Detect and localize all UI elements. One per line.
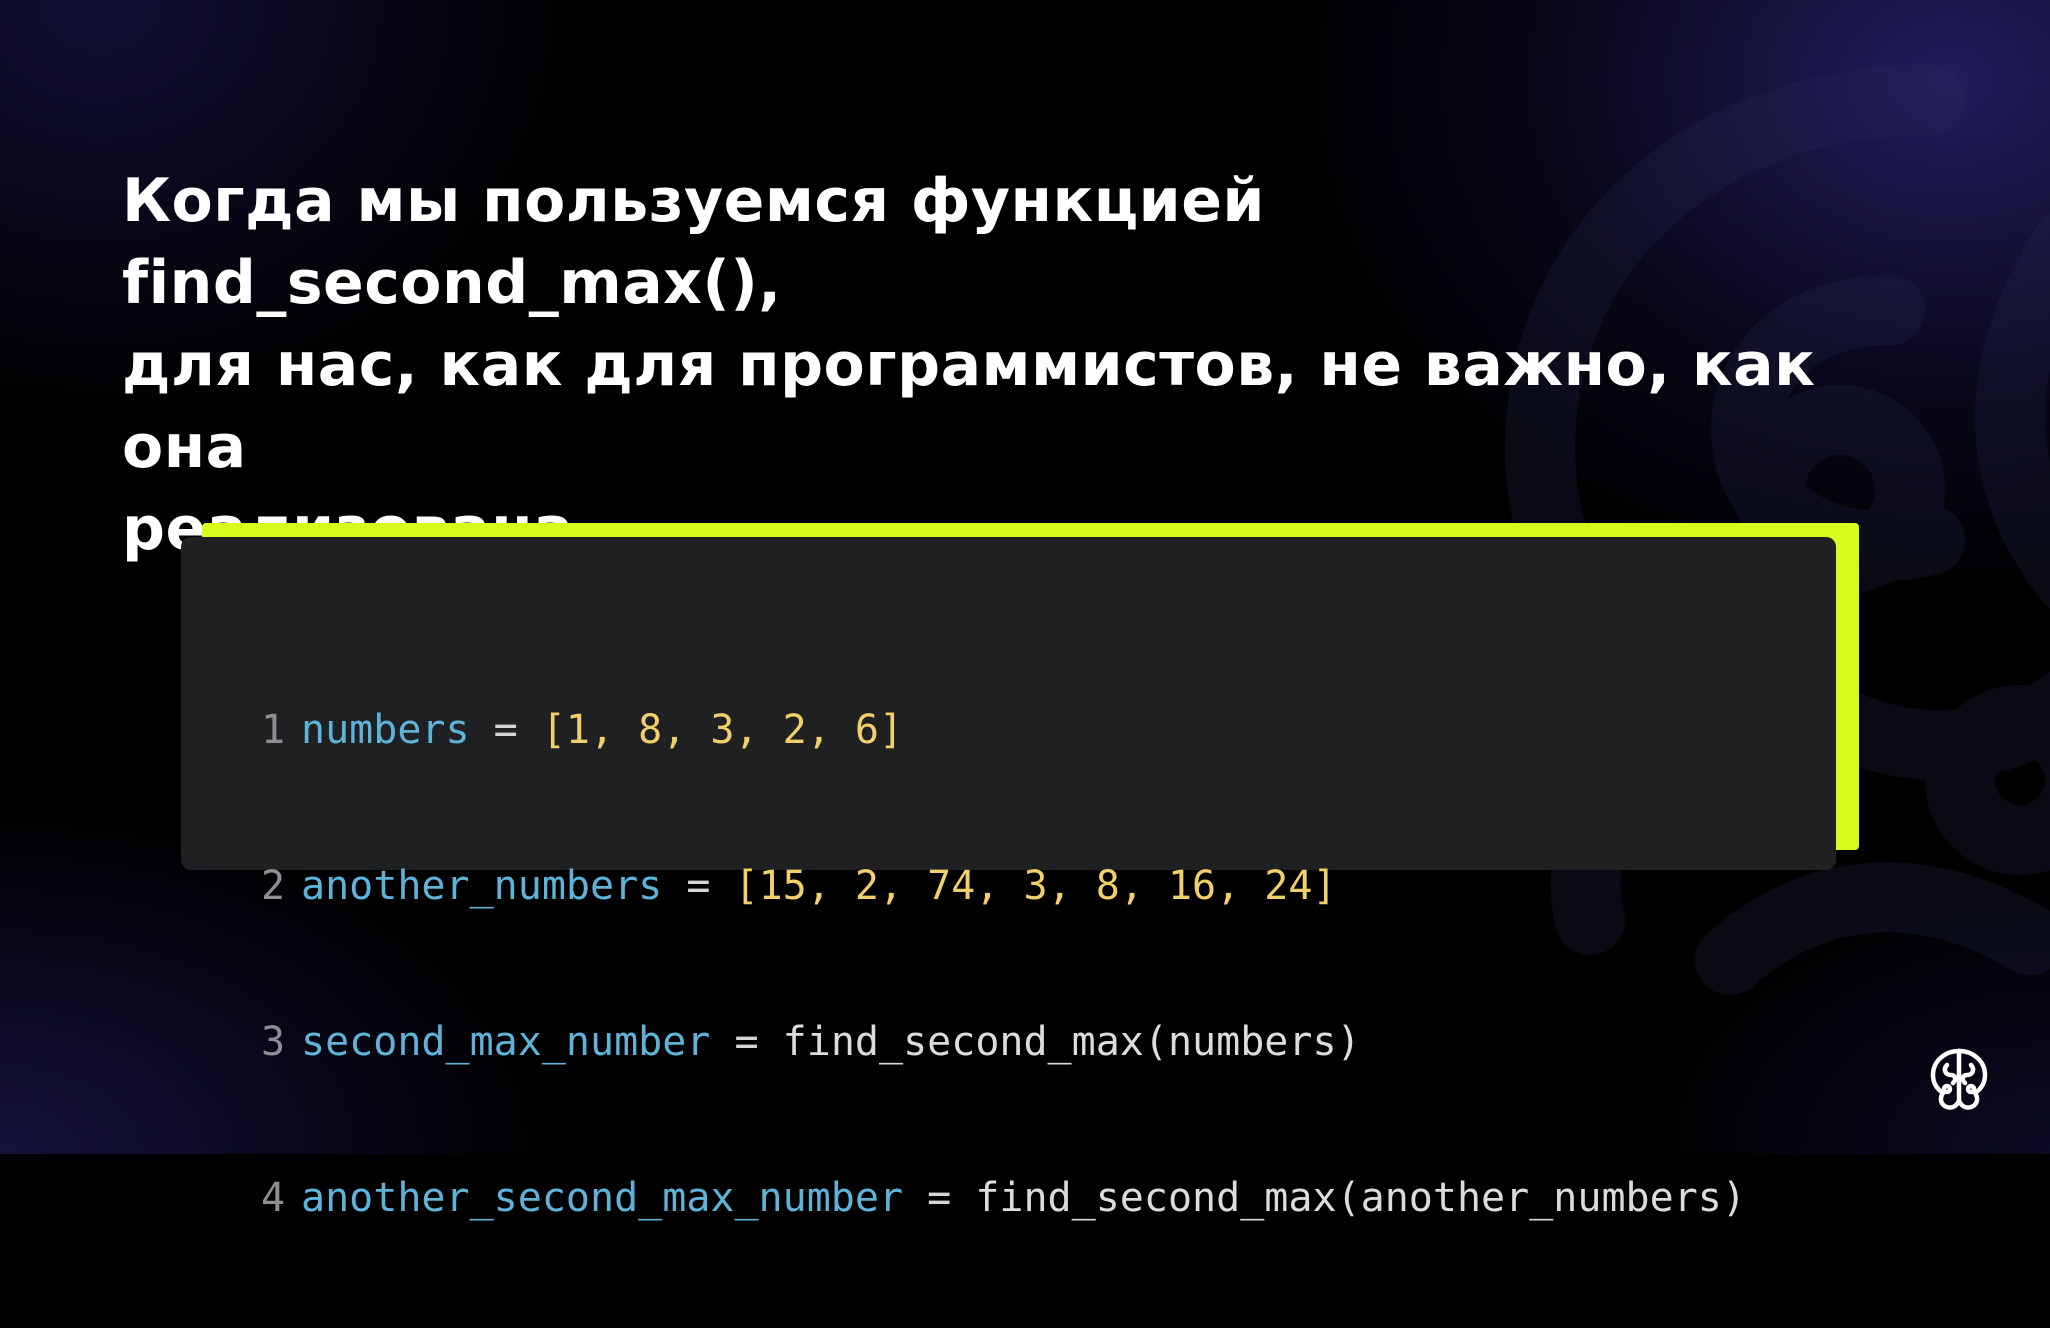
code-function-call: find_second_max(another_numbers) (975, 1175, 1746, 1221)
code-literal: [15, 2, 74, 3, 8, 16, 24] (734, 863, 1337, 909)
code-operator: = (469, 707, 542, 753)
headline-line-1: Когда мы пользуемся функцией find_second… (122, 166, 1265, 318)
code-variable: second_max_number (301, 1019, 711, 1065)
code-operator: = (903, 1175, 976, 1221)
code-function-call: find_second_max(numbers) (782, 1019, 1361, 1065)
line-number: 1 (261, 707, 286, 753)
code-variable: another_numbers (301, 863, 663, 909)
code-block: 1 numbers = [1, 8, 3, 2, 6] 2 another_numb… (181, 537, 1836, 1221)
line-number: 3 (261, 1019, 286, 1065)
code-lines: 1 numbers = [1, 8, 3, 2, 6] 2 another_numb… (261, 600, 1746, 1328)
code-variable: numbers (301, 707, 470, 753)
code-literal: [1, 8, 3, 2, 6] (541, 707, 904, 753)
line-number: 4 (261, 1175, 286, 1221)
slide-headline: Когда мы пользуемся функцией find_second… (122, 160, 1902, 570)
code-line: 4 another_second_max_number = find_second… (261, 1172, 1746, 1224)
code-line: 3 second_max_number = find_second_max(num… (261, 1016, 1746, 1068)
code-operator: = (662, 863, 735, 909)
code-line: 1 numbers = [1, 8, 3, 2, 6] (261, 704, 1746, 756)
code-variable: another_second_max_number (301, 1175, 904, 1221)
code-operator: = (710, 1019, 783, 1065)
code-line: 2 another_numbers = [15, 2, 74, 3, 8, 16,… (261, 860, 1746, 912)
line-number: 2 (261, 863, 286, 909)
brain-logo-icon (1930, 1048, 1988, 1110)
headline-line-2: для нас, как для программистов, не важно… (122, 330, 1816, 482)
